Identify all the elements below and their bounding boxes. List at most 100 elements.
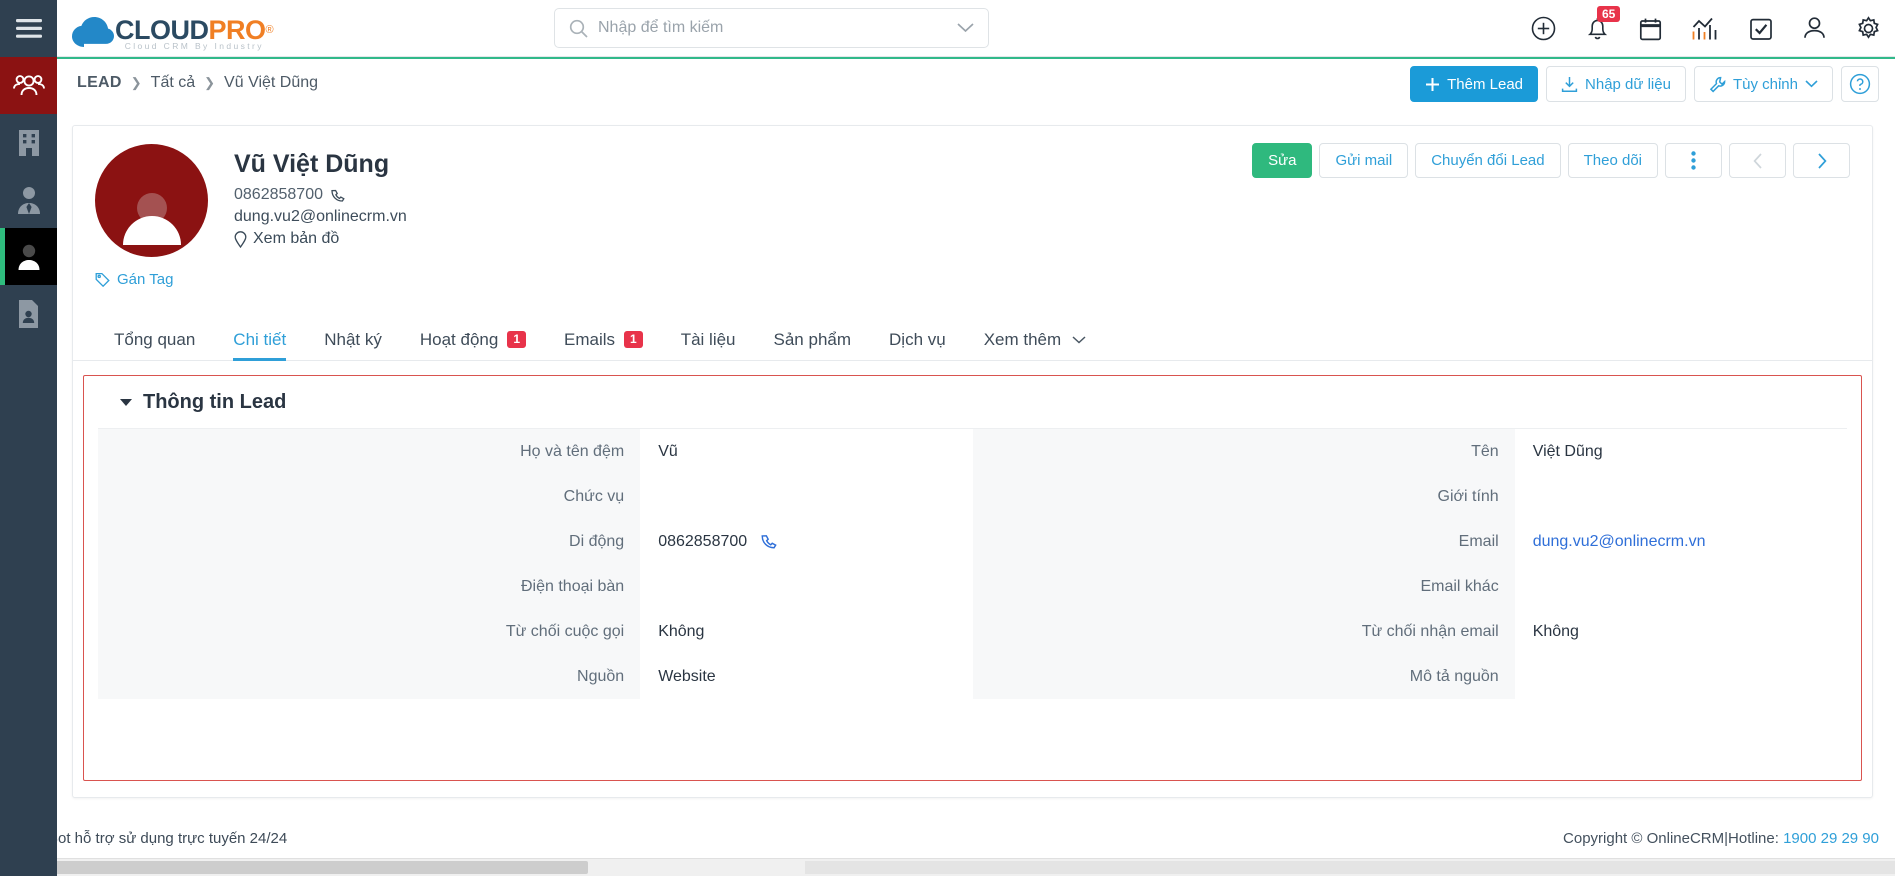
field-row: Họ và tên đệm Vũ [98,429,973,474]
tab-chi-tiet[interactable]: Chi tiết [214,331,305,361]
global-search[interactable] [554,8,989,48]
phone-icon[interactable] [760,533,777,550]
field-label: Chức vụ [98,474,641,519]
tab-label: Tài liệu [680,330,736,349]
assign-tag-button[interactable]: Gán Tag [95,271,173,288]
send-mail-button[interactable]: Gửi mail [1319,143,1409,178]
help-circle-icon [1849,73,1871,95]
add-circle-icon[interactable] [1531,16,1556,41]
logo-text: CLOUDPRO® Cloud CRM By Industry [115,15,274,51]
field-value-email-link[interactable]: dung.vu2@onlinecrm.vn [1515,519,1847,564]
hamburger-menu-icon [15,19,42,38]
add-lead-button[interactable]: Thêm Lead [1410,66,1539,102]
chevron-right-icon [1817,152,1827,169]
calendar-icon[interactable] [1639,17,1662,41]
field-label: Từ chối cuộc gọi [98,609,641,654]
field-value: Website [658,667,716,685]
breadcrumb-separator-icon: ❯ [204,75,216,90]
breadcrumb-item-current: Vũ Việt Dũng [224,74,319,91]
field-row: Từ chối cuộc gọi Không [98,609,973,654]
company-building-icon [16,128,42,158]
assign-tag-label: Gán Tag [117,271,174,288]
notification-bell-icon[interactable]: 65 [1586,6,1621,41]
lead-detail-card: Vũ Việt Dũng 0862858700 dung.vu2@onlinec… [72,125,1873,798]
lead-information-panel: Thông tin Lead Họ và tên đệm Vũ Chức vụ … [83,375,1862,781]
tab-tong-quan[interactable]: Tổng quan [95,331,214,360]
lead-contact-info: Vũ Việt Dũng 0862858700 dung.vu2@onlinec… [234,144,407,257]
field-column-right: Tên Việt Dũng Giới tính Email dung.vu2@o… [972,429,1848,699]
user-account-icon[interactable] [1803,16,1826,41]
hotline-number[interactable]: 1900 29 29 90 [1783,830,1879,847]
horizontal-scrollbar[interactable] [0,858,1895,876]
tab-dich-vu[interactable]: Dịch vụ [870,331,965,360]
app-logo[interactable]: CLOUDPRO® Cloud CRM By Industry [72,0,274,57]
breadcrumb-module[interactable]: LEAD [77,74,122,92]
panel-title: Thông tin Lead [143,391,287,413]
field-label: Họ và tên đệm [98,429,641,474]
contacts-group-icon [12,74,46,98]
customize-button[interactable]: Tùy chỉnh [1693,66,1833,102]
avatar [95,144,208,257]
analytics-chart-icon[interactable] [1692,17,1719,41]
field-value: Việt Dũng [1532,442,1603,460]
scrollbar-track-secondary[interactable] [805,861,1895,874]
tab-label: Xem thêm [983,330,1062,349]
collapse-triangle-icon[interactable] [120,399,132,406]
top-icon-bar: 65 [1531,0,1881,57]
logo-cloud-shape [72,16,115,51]
wrench-icon [1709,76,1726,93]
tab-xem-them[interactable]: Xem thêm [965,331,1105,360]
lead-person-icon [15,242,43,272]
lead-email-row[interactable]: dung.vu2@onlinecrm.vn [234,208,407,226]
field-label: Email [972,519,1515,564]
tab-tai-lieu[interactable]: Tài liệu [662,331,755,360]
follow-button[interactable]: Theo dõi [1567,143,1658,178]
task-checkbox-icon[interactable] [1749,17,1773,41]
top-navigation-bar: CLOUDPRO® Cloud CRM By Industry Nhập để … [57,0,1895,57]
field-value-wrap: 0862858700 [640,519,972,564]
map-pin-icon [234,230,247,248]
convert-lead-button[interactable]: Chuyển đổi Lead [1415,143,1561,178]
tab-label: Emails [564,330,616,349]
lead-phone-value: 0862858700 [234,186,323,203]
sidebar-item-contacts[interactable] [0,57,57,114]
tag-icon [95,272,110,287]
sidebar-item-documents[interactable] [0,285,57,342]
tab-nhat-ky[interactable]: Nhật ký [305,331,401,360]
import-data-button[interactable]: Nhập dữ liệu [1546,66,1686,102]
more-options-button[interactable] [1665,143,1722,178]
breadcrumb-item-all[interactable]: Tất cả [151,74,195,92]
chevron-left-icon [1752,152,1763,169]
view-map-link[interactable]: Xem bản đồ [234,230,407,248]
settings-gear-icon[interactable] [1856,16,1881,41]
field-value [1515,564,1847,609]
tab-emails[interactable]: Emails 1 [545,331,662,360]
next-record-button[interactable] [1793,143,1850,178]
download-import-icon [1561,76,1578,93]
sidebar-item-menu-toggle[interactable] [0,0,57,57]
field-value: 0862858700 [658,532,748,550]
sidebar-item-contact-person[interactable] [0,171,57,228]
scrollbar-thumb[interactable] [0,861,588,874]
sidebar-item-leads[interactable] [0,228,57,285]
search-chevron-down-icon[interactable] [957,23,974,33]
search-input[interactable] [598,19,957,37]
phone-icon[interactable] [330,188,345,203]
panel-header[interactable]: Thông tin Lead [98,376,1847,429]
field-label: Email khác [972,564,1515,609]
field-value: Không [658,622,705,640]
field-column-left: Họ và tên đệm Vũ Chức vụ Di động 0862858… [98,429,973,699]
field-row: Nguồn Website [98,654,973,699]
edit-button[interactable]: Sửa [1252,143,1313,178]
sidebar-item-companies[interactable] [0,114,57,171]
left-sidebar [0,0,57,876]
tab-san-pham[interactable]: Sản phẩm [755,331,871,360]
previous-record-button[interactable] [1729,143,1786,178]
notification-badge: 65 [1597,6,1621,22]
field-row: Tên Việt Dũng [972,429,1848,474]
tab-hoat-dong[interactable]: Hoạt động 1 [401,331,545,360]
field-label: Điện thoại bàn [98,564,641,609]
field-label: Di động [98,519,641,564]
logo-registered-mark: ® [265,23,274,36]
help-button[interactable] [1841,66,1879,102]
